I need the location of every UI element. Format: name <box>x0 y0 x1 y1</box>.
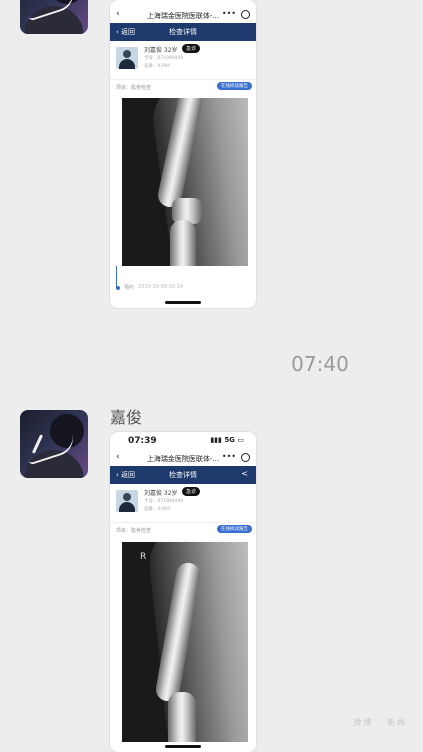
patient-card: 刘嘉俊 32岁 急诊 卡号：671984900 设备：X-RAY <box>110 41 256 80</box>
watermark: 微博 · 新闻 <box>353 718 407 727</box>
patient-card-number: 卡号：671984900 <box>144 499 184 504</box>
network-type: 5G <box>224 436 235 444</box>
record-icon <box>241 453 250 462</box>
timeline-dot <box>116 286 120 290</box>
home-indicator <box>165 301 201 304</box>
patient-name: 刘嘉俊 32岁 <box>144 490 178 497</box>
image-message[interactable]: ‹ 上海瑞金医院医联体-... ••• ‹ 返回 检查详情 刘嘉俊 32岁 急诊… <box>110 0 256 308</box>
patient-photo <box>116 47 138 69</box>
patient-device: 设备：X-RAY <box>144 507 171 512</box>
more-icon: ••• <box>221 452 236 461</box>
xray-image <box>122 98 248 266</box>
report-button: 在线阅读报告 <box>217 82 252 90</box>
timeline-label: 预约 <box>124 285 135 291</box>
forearm-bone <box>170 220 196 266</box>
exam-label: 项目：肱骨检查 <box>116 528 152 534</box>
exam-row: 项目：肱骨检查 在线阅读报告 <box>110 523 256 537</box>
page-title: 检查详情 <box>169 471 197 479</box>
status-bar: 07:39 ▮▮▮ 5G ▭ <box>110 432 256 450</box>
status-time: 07:39 <box>128 436 157 446</box>
patient-name: 刘嘉俊 32岁 <box>144 47 178 54</box>
mini-program-header: ‹ 上海瑞金医院医联体-... ••• <box>110 450 256 466</box>
exam-label: 项目：肱骨检查 <box>116 85 152 91</box>
more-icon: ••• <box>221 9 236 18</box>
chat-timestamp: 07:40 <box>291 352 349 376</box>
status-badge: 急诊 <box>182 487 201 496</box>
status-badge: 急诊 <box>182 44 201 53</box>
xray-image: R <box>122 542 248 742</box>
image-message[interactable]: 07:39 ▮▮▮ 5G ▭ ‹ 上海瑞金医院医联体-... ••• ‹ 返回 … <box>110 432 256 752</box>
avatar[interactable] <box>20 0 88 34</box>
record-icon <box>241 10 250 19</box>
mini-program-header: ‹ 上海瑞金医院医联体-... ••• <box>110 7 256 23</box>
sender-name: 嘉俊 <box>110 408 143 427</box>
patient-device: 设备：X-RAY <box>144 64 171 69</box>
forearm-bone <box>168 692 196 742</box>
status-signal: ▮▮▮ 5G ▭ <box>210 436 244 444</box>
share-icon: < <box>241 469 248 478</box>
timeline-date: 2020-10-09 00:14 <box>138 284 184 290</box>
patient-card-number: 卡号：671984900 <box>144 56 184 61</box>
patient-photo <box>116 490 138 512</box>
avatar[interactable] <box>20 410 88 478</box>
timeline-item: 预约 2020-10-09 00:14 <box>110 277 256 299</box>
nav-bar: ‹ 返回 检查详情 < <box>110 466 256 484</box>
xray-marker: R <box>140 552 147 562</box>
exam-row: 项目：肱骨检查 在线阅读报告 <box>110 80 256 94</box>
patient-card: 刘嘉俊 32岁 急诊 卡号：671984900 设备：X-RAY <box>110 484 256 523</box>
page-title: 检查详情 <box>169 28 197 36</box>
nav-bar: ‹ 返回 检查详情 <box>110 23 256 41</box>
report-button: 在线阅读报告 <box>217 525 252 533</box>
